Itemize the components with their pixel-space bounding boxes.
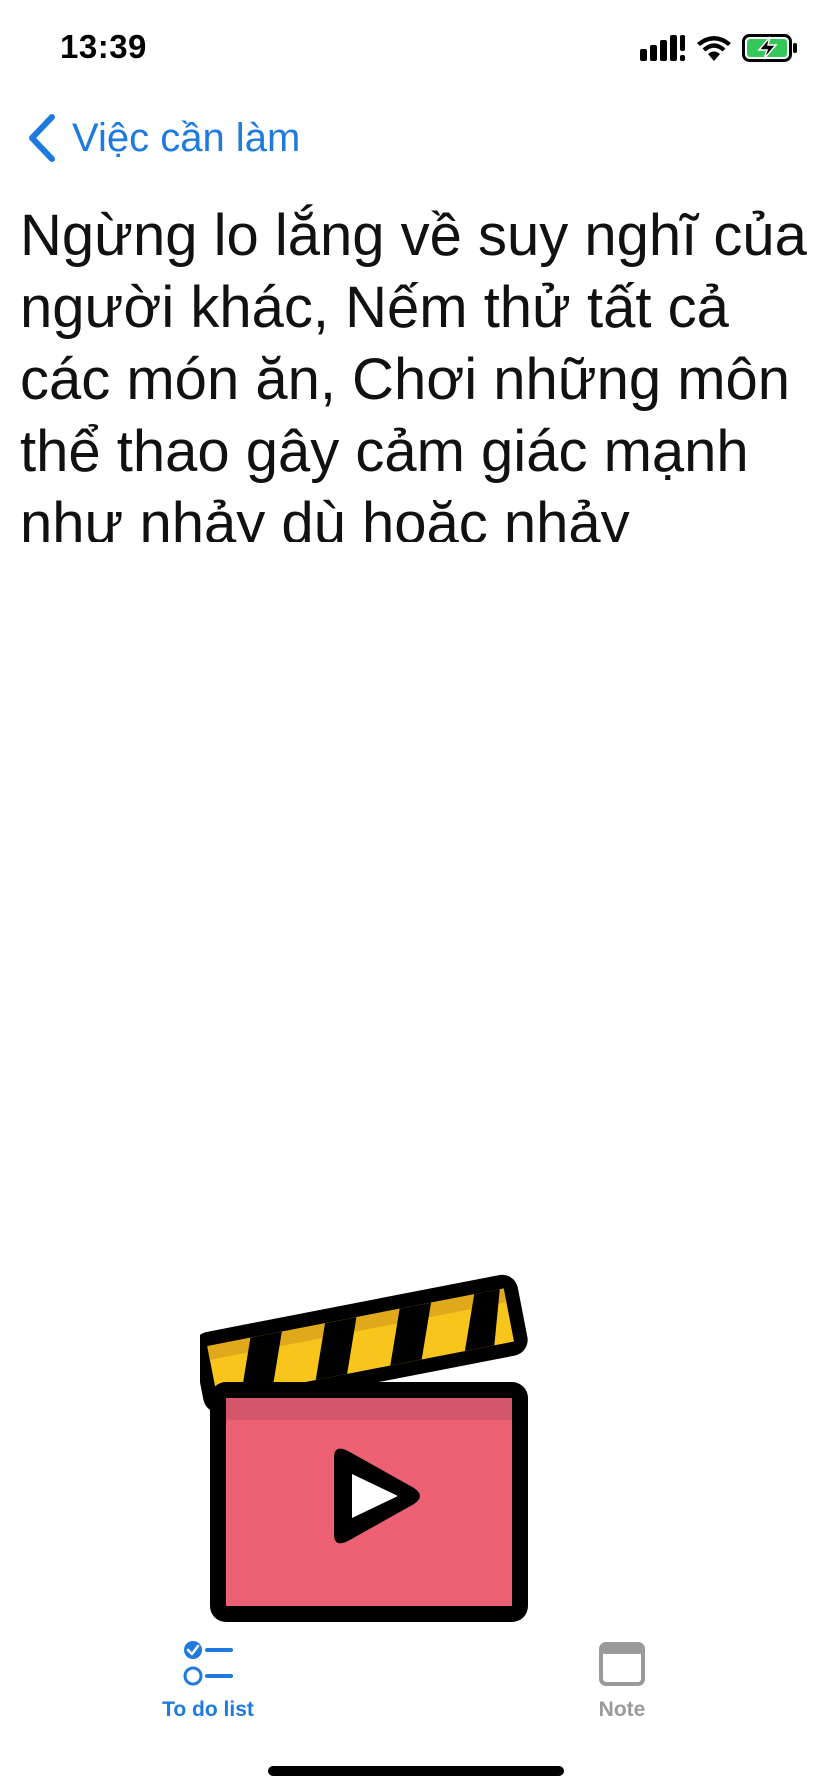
status-bar: 13:39 bbox=[0, 0, 828, 100]
status-time: 13:39 bbox=[60, 28, 147, 65]
back-button-label: Việc cần làm bbox=[72, 115, 301, 160]
status-icons bbox=[640, 34, 798, 62]
back-button[interactable]: Việc cần làm bbox=[24, 108, 300, 168]
checklist-icon bbox=[183, 1641, 233, 1686]
film-clapperboard-icon bbox=[200, 1274, 528, 1622]
chevron-left-icon bbox=[29, 114, 55, 162]
tab-to-do-list[interactable]: To do list bbox=[108, 1638, 308, 1728]
tab-note[interactable]: Note bbox=[522, 1638, 722, 1728]
home-indicator bbox=[268, 1766, 564, 1776]
todo-detail-text: Ngừng lo lắng về suy nghĩ của người khác… bbox=[20, 203, 807, 542]
screen: 13:39 Việc cần làm Ngừng lo lắng về suy … bbox=[0, 0, 828, 1792]
battery-charging-icon bbox=[742, 34, 797, 62]
tab-label: Note bbox=[598, 1698, 646, 1721]
tab-bar: To do list Note bbox=[0, 1630, 828, 1730]
content-area: Ngừng lo lắng về suy nghĩ của người khác… bbox=[20, 200, 810, 542]
window-icon bbox=[599, 1642, 645, 1686]
cellular-signal-icon bbox=[640, 35, 685, 61]
tab-label: To do list bbox=[162, 1698, 254, 1721]
wifi-icon bbox=[697, 36, 731, 61]
